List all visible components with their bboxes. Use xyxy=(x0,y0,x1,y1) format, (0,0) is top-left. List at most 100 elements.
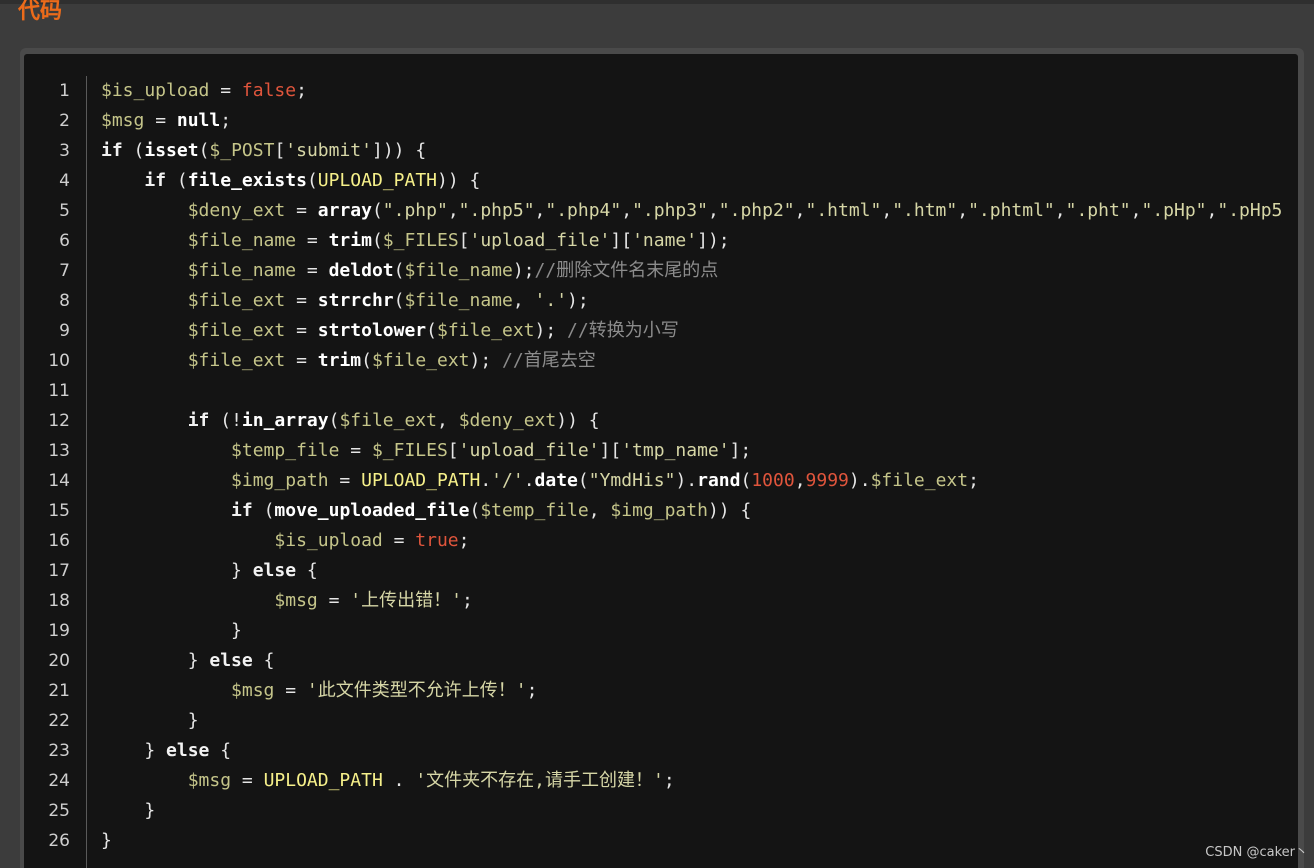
code-token: '.' xyxy=(534,290,568,311)
code-token: ][ xyxy=(599,440,622,461)
code-token: $deny_ext xyxy=(458,410,557,431)
code-token: ; xyxy=(296,80,307,101)
line-number: 8 xyxy=(59,291,70,311)
code-token: } xyxy=(101,650,210,671)
code-token: $file_name xyxy=(404,290,513,311)
code-text: } else { xyxy=(101,646,275,676)
code-token: ( xyxy=(371,200,383,221)
code-token: ( xyxy=(361,350,372,371)
code-token: [ xyxy=(458,230,470,251)
code-token: )) { xyxy=(556,410,600,431)
code-token: ".php3" xyxy=(632,200,708,221)
watermark: CSDN @caker丶 xyxy=(1205,845,1308,860)
code-token: = xyxy=(339,440,372,461)
line-number: 5 xyxy=(59,201,70,221)
code-token: $file_ext xyxy=(371,350,470,371)
code-token: ".php2" xyxy=(718,200,795,221)
line-number: 26 xyxy=(48,831,70,851)
code-token: //删除文件名末尾的点 xyxy=(534,260,719,281)
code-text: } xyxy=(101,826,112,856)
page: 代码 1 $is_upload = false; 2 $msg = null; 3 if … xyxy=(0,0,1314,868)
code-token: else xyxy=(209,650,253,671)
line-number: 1 xyxy=(59,81,70,101)
code-token: ( xyxy=(122,140,145,161)
code-token: ; xyxy=(663,770,675,791)
code-token: $file_ext xyxy=(187,320,286,341)
code-token: $file_ext xyxy=(339,410,437,431)
code-token: ])) { xyxy=(371,140,427,161)
code-text: } else { xyxy=(101,736,231,766)
code-token: false xyxy=(241,80,297,101)
code-token: , xyxy=(881,200,893,221)
line-number: 7 xyxy=(59,261,70,281)
code-token: ( xyxy=(371,230,383,251)
section-title: 代码 xyxy=(18,0,63,24)
line-number: 17 xyxy=(48,561,70,581)
code-token: ".php5" xyxy=(458,200,535,221)
code-text: if (isset($_POST['submit'])) { xyxy=(101,136,426,166)
code-token: ( xyxy=(198,140,210,161)
code-token: UPLOAD_PATH xyxy=(263,770,383,791)
code-token: , xyxy=(447,200,459,221)
code-token: move_uploaded_file xyxy=(274,500,470,521)
code-token: $file_ext xyxy=(187,350,286,371)
code-token: ".pHp" xyxy=(1141,200,1207,221)
code-token: )) { xyxy=(707,500,752,521)
code-token: ".pHp5 xyxy=(1217,200,1283,221)
code-token: ( xyxy=(426,320,437,341)
code-token: strtolower xyxy=(317,320,427,341)
code-token: )) { xyxy=(437,170,481,191)
code-text: $file_ext = strrchr($file_name, '.'); xyxy=(101,286,589,316)
code-token: trim xyxy=(317,350,362,371)
code-token: ); xyxy=(567,290,589,311)
code-token: 1000 xyxy=(751,470,795,491)
code-token: $file_ext xyxy=(870,470,969,491)
line-number: 15 xyxy=(48,501,70,521)
code-token: $is_upload xyxy=(101,80,210,101)
code-token: strrchr xyxy=(317,290,394,311)
line-number: 18 xyxy=(48,591,70,611)
code-token: ]; xyxy=(729,440,752,461)
code-token: else xyxy=(166,740,210,761)
code-token: $file_name xyxy=(187,230,297,251)
code-token: ( xyxy=(393,260,405,281)
code-token: ; xyxy=(526,680,538,701)
code-token: UPLOAD_PATH xyxy=(317,170,438,191)
code-token: ".htm" xyxy=(892,200,958,221)
code-token: ( xyxy=(577,470,589,491)
code-text: $img_path = UPLOAD_PATH.'/'.date("YmdHis… xyxy=(101,466,979,496)
code-token: "YmdHis" xyxy=(588,470,676,491)
code-block[interactable]: 1 $is_upload = false; 2 $msg = null; 3 if (is… xyxy=(24,54,1298,868)
code-token: in_array xyxy=(241,410,329,431)
code-token: = xyxy=(296,260,329,281)
code-token: = xyxy=(285,320,318,341)
code-token: , xyxy=(707,200,719,221)
code-token: } xyxy=(101,740,167,761)
code-token: 'upload_file' xyxy=(458,440,600,461)
line-number: 13 xyxy=(48,441,70,461)
code-token: ( xyxy=(393,290,405,311)
code-token: 9999 xyxy=(805,470,849,491)
code-token: (! xyxy=(209,410,242,431)
code-token: { xyxy=(209,740,232,761)
code-text: $msg = '上传出错！'; xyxy=(101,586,472,616)
code-token: ). xyxy=(675,470,698,491)
code-token: ; xyxy=(220,110,232,131)
code-token: = xyxy=(285,290,318,311)
code-token: } xyxy=(101,620,242,641)
code-token: ); xyxy=(512,260,535,281)
code-token: 'submit' xyxy=(285,140,372,161)
code-token: ( xyxy=(469,500,481,521)
code-token: $_FILES xyxy=(371,440,448,461)
line-number: 9 xyxy=(59,321,70,341)
code-token: $msg xyxy=(274,590,318,611)
code-token: date xyxy=(534,470,578,491)
code-token: $msg xyxy=(231,680,275,701)
